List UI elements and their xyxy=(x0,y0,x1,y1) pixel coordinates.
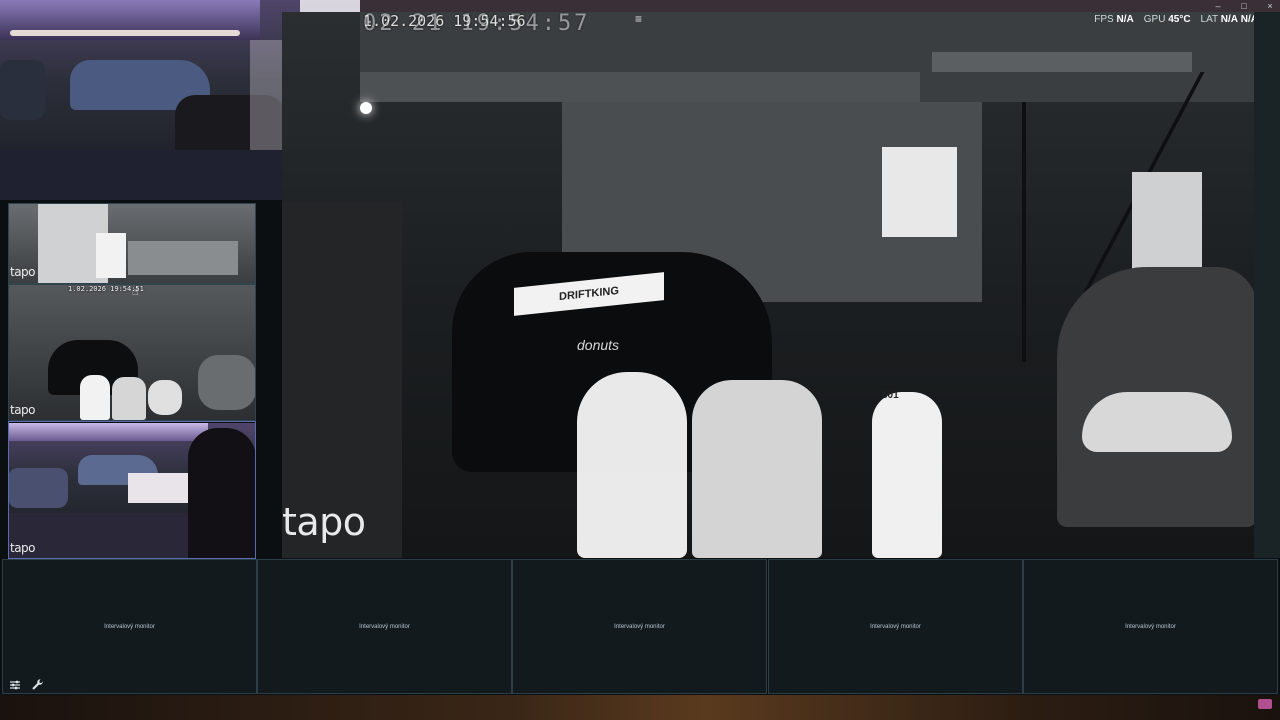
thumbnail-3-watermark: tapo xyxy=(10,541,36,555)
feed-right-edge xyxy=(1254,12,1280,558)
main-feed-timestamp: 02 21 19:54:57 xyxy=(363,11,591,36)
camera-thumbnail-3[interactable]: tapo xyxy=(8,423,256,558)
interval-monitor-label: Intervalový monitor xyxy=(359,623,410,630)
maximize-button[interactable]: □ xyxy=(1236,0,1252,12)
thumbnail-1-watermark: tapo xyxy=(10,265,36,279)
interval-monitor-label: Intervalový monitor xyxy=(104,623,155,630)
interval-monitor-label: Intervalový monitor xyxy=(870,623,921,630)
close-button[interactable]: × xyxy=(1262,0,1278,12)
fps-readout: FPS N/A xyxy=(1094,13,1134,25)
thumbnail-2-watermark: tapo xyxy=(10,403,36,417)
desktop-background-strip xyxy=(0,695,1280,720)
interval-monitor-label: Intervalový monitor xyxy=(1125,623,1176,630)
gpu-readout: GPU 45°C xyxy=(1143,13,1191,25)
left-panel-divider xyxy=(0,200,282,203)
interval-monitor-tile-2[interactable]: Intervalový monitor xyxy=(257,559,512,694)
tray-icon[interactable] xyxy=(1258,699,1272,709)
minimize-button[interactable]: – xyxy=(1210,0,1226,12)
interval-monitor-label: Intervalový monitor xyxy=(614,623,665,630)
latency-readout: LAT N/A N/A xyxy=(1200,13,1258,25)
main-feed-watermark: tapo xyxy=(282,500,366,544)
interval-monitor-tile-1[interactable]: Intervalový monitor xyxy=(2,559,257,694)
wrench-icon[interactable] xyxy=(31,678,44,694)
camera-thumbnail-2[interactable]: 1.02.2026 19:54:51 tapo ☝ xyxy=(8,285,256,420)
car-door-lettering: donuts xyxy=(577,337,620,353)
mouse-cursor-icon: ☝ xyxy=(132,286,139,298)
interval-monitor-tile-5[interactable]: Intervalový monitor xyxy=(1023,559,1278,694)
main-camera-feed[interactable]: DRIFTKING donuts 601 tapo xyxy=(282,12,1254,558)
camera-thumbnail-1[interactable]: tapo xyxy=(8,203,256,283)
hamburger-menu-icon[interactable]: ≡ xyxy=(635,12,642,26)
sliders-icon[interactable] xyxy=(9,679,21,694)
interval-monitor-tile-3[interactable]: Intervalový monitor xyxy=(512,559,767,694)
interval-monitor-tile-4[interactable]: Intervalový monitor xyxy=(768,559,1023,694)
performance-hud: FPS N/A GPU 45°C LAT N/A N/A xyxy=(1094,12,1258,26)
motorcycle-number: 601 xyxy=(882,390,899,401)
